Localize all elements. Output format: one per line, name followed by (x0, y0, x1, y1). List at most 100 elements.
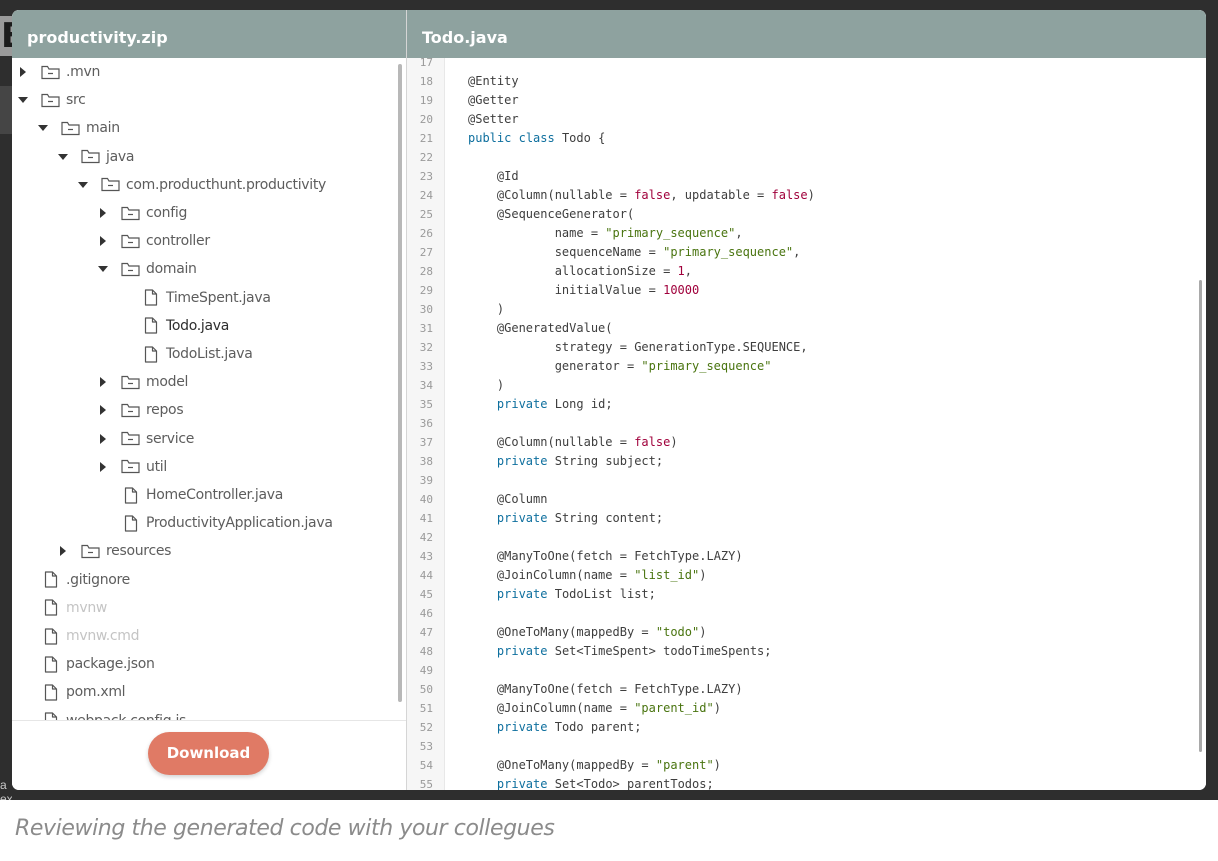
file-item[interactable]: TodoList.java (12, 340, 392, 368)
line-number: 28 (419, 265, 433, 278)
code-line: 33 generator = "primary_sequence" (407, 357, 1197, 376)
caret-right-icon[interactable] (17, 66, 29, 78)
tree-item-label: mvnw.cmd (66, 628, 140, 644)
code-line: 49 (407, 661, 1197, 680)
line-number: 19 (419, 94, 433, 107)
code-line: 17 (407, 58, 1197, 72)
caret-right-icon[interactable] (57, 545, 69, 557)
folder-item[interactable]: java (12, 143, 392, 171)
line-number: 32 (419, 341, 433, 354)
code-line: 53 (407, 737, 1197, 756)
line-code: @Id (468, 169, 519, 183)
caret-right-icon[interactable] (97, 207, 109, 219)
line-number: 35 (419, 398, 433, 411)
line-number: 25 (419, 208, 433, 221)
file-item[interactable]: .gitignore (12, 566, 392, 594)
file-item[interactable]: TimeSpent.java (12, 284, 392, 312)
caret-right-icon[interactable] (97, 376, 109, 388)
folder-item[interactable]: config (12, 199, 392, 227)
code-scrollbar[interactable] (1199, 280, 1202, 752)
code-line: 43 @ManyToOne(fetch = FetchType.LAZY) (407, 547, 1197, 566)
folder-icon (121, 233, 140, 250)
caret-down-icon[interactable] (97, 263, 109, 275)
file-item[interactable]: pom.xml (12, 678, 392, 706)
line-code: @Column(nullable = false) (468, 435, 678, 449)
code-line: 31 @GeneratedValue( (407, 319, 1197, 338)
tree-item-label: service (146, 430, 195, 447)
file-tree[interactable]: .mvn src main java com.producthunt.productiv… (12, 58, 406, 720)
line-code: public class Todo { (468, 131, 606, 145)
code-line: 20 @Setter (407, 110, 1197, 129)
line-number: 45 (419, 588, 433, 601)
line-number: 24 (419, 189, 433, 202)
line-code: strategy = GenerationType.SEQUENCE, (554, 340, 808, 354)
folder-icon (41, 64, 60, 81)
file-item[interactable]: mvnw (12, 594, 392, 622)
folder-icon (41, 92, 60, 109)
folder-icon (81, 543, 100, 560)
tree-item-label: mvnw (66, 599, 108, 616)
caret-right-icon[interactable] (97, 404, 109, 416)
file-tree-scrollbar[interactable] (398, 64, 402, 702)
folder-icon (121, 430, 140, 447)
line-number: 46 (419, 607, 433, 620)
file-item[interactable]: ProductivityApplication.java (12, 509, 392, 537)
file-item[interactable]: HomeController.java (12, 481, 392, 509)
folder-item[interactable]: com.producthunt.productivity (12, 171, 392, 199)
line-code: @JoinColumn(name = "parent_id") (468, 701, 721, 715)
tree-item-label: util (146, 458, 167, 475)
caret-down-icon[interactable] (57, 151, 69, 163)
caret-down-icon[interactable] (37, 122, 49, 134)
folder-icon (81, 148, 100, 165)
folder-item[interactable]: domain (12, 255, 392, 283)
line-code: @JoinColumn(name = "list_id") (468, 568, 707, 582)
file-item[interactable]: webpack.config.js (12, 707, 392, 720)
line-number: 22 (419, 151, 433, 164)
folder-item[interactable]: repos (12, 396, 392, 424)
code-line: 42 (407, 528, 1197, 547)
file-icon (141, 345, 160, 363)
file-icon (41, 684, 60, 701)
folder-item[interactable]: main (12, 114, 392, 142)
code-line: 50 @ManyToOne(fetch = FetchType.LAZY) (407, 680, 1197, 699)
file-item[interactable]: mvnw.cmd (12, 622, 392, 650)
folder-icon (101, 176, 120, 193)
line-number: 29 (419, 284, 433, 297)
caret-right-icon[interactable] (97, 235, 109, 247)
caret-down-icon[interactable] (17, 94, 29, 106)
file-icon (41, 599, 60, 616)
folder-item[interactable]: .mvn (12, 58, 392, 86)
line-code: @SequenceGenerator( (468, 207, 635, 221)
line-number: 31 (419, 322, 433, 335)
folder-item[interactable]: controller (12, 227, 392, 255)
tree-item-label: model (146, 374, 189, 391)
code-line: 23 @Id (407, 167, 1197, 186)
folder-item[interactable]: model (12, 368, 392, 396)
line-number: 49 (419, 664, 433, 677)
file-item[interactable]: package.json (12, 650, 392, 678)
folder-item[interactable]: src (12, 86, 392, 114)
caret-right-icon[interactable] (97, 461, 109, 473)
caret-down-icon[interactable] (77, 179, 89, 191)
file-title: Todo.java (407, 10, 1206, 58)
line-number: 41 (419, 512, 433, 525)
folder-item[interactable]: service (12, 425, 392, 453)
code-line: 26 name = "primary_sequence", (407, 224, 1197, 243)
code-area[interactable]: 17 18 @Entity 19 @Getter 20 @Setter 21 public cl… (407, 58, 1203, 790)
archive-title: productivity.zip (12, 10, 406, 58)
folder-item[interactable]: resources (12, 537, 392, 565)
code-line: 48 private Set<TimeSpent> todoTimeSpents… (407, 642, 1197, 661)
code-line: 25 @SequenceGenerator( (407, 205, 1197, 224)
code-line: 39 (407, 471, 1197, 490)
download-button[interactable]: Download (148, 732, 269, 775)
line-number: 43 (419, 550, 433, 563)
file-item[interactable]: Todo.java (12, 312, 392, 340)
folder-icon (121, 374, 140, 391)
folder-item[interactable]: util (12, 453, 392, 481)
image-caption: Reviewing the generated code with your c… (15, 816, 555, 841)
code-preview-modal: productivity.zip .mvn src main java com.prod… (12, 10, 1206, 790)
line-code: @OneToMany(mappedBy = "parent") (468, 758, 721, 772)
code-line: 34 ) (407, 376, 1197, 395)
caret-right-icon[interactable] (97, 433, 109, 445)
line-number: 26 (419, 227, 433, 240)
